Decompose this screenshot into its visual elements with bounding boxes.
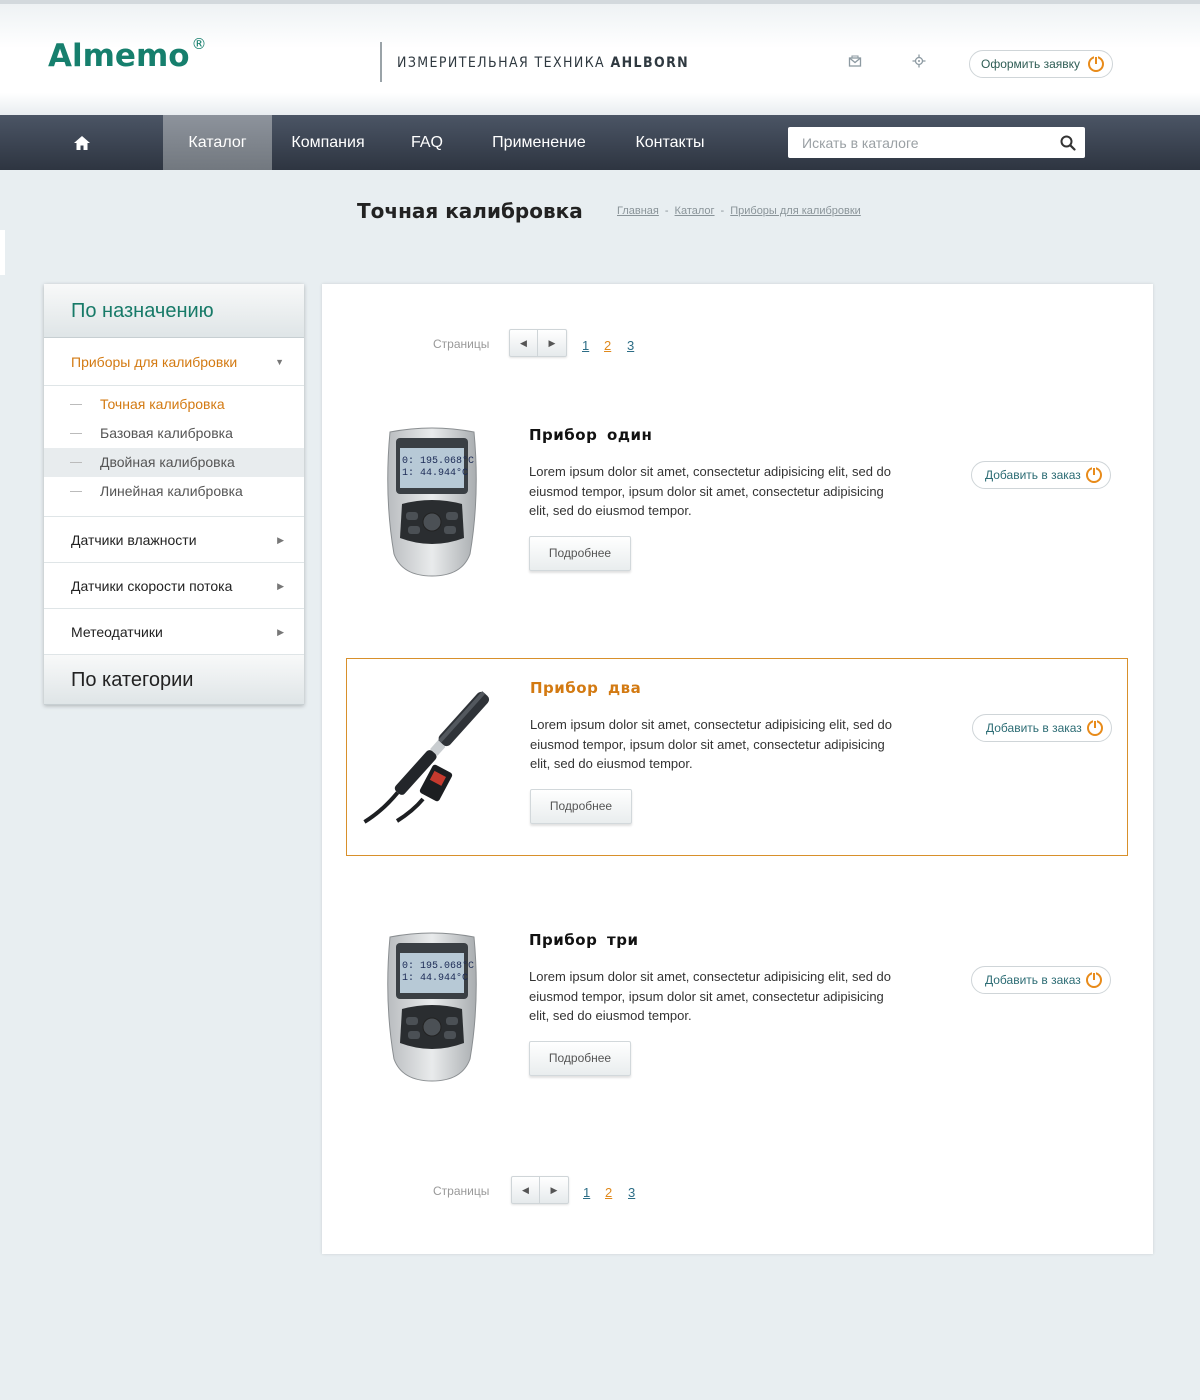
tagline: ИЗМЕРИТЕЛЬНАЯ ТЕХНИКА AHLBORN [397,55,689,71]
sidebar: По назначению Приборы для калибровки ▼ Т… [44,284,304,705]
product-card: 0: 195.068°C 1: 44.944°C Прибор три Lore… [346,911,1128,1109]
add-to-order-button[interactable]: Добавить в заказ [972,714,1112,742]
sidebar-item-label: Датчики влажности [71,532,197,548]
tagline-brand: AHLBORN [610,55,690,71]
power-icon [1086,467,1102,483]
page-link-3[interactable]: 3 [628,1185,635,1200]
device-readout-line-1: 0: 195.068°C [402,455,474,467]
details-button[interactable]: Подробнее [530,789,632,824]
prev-page-icon[interactable]: ◀ [510,330,538,356]
sidebar-item-label: Метеодатчики [71,624,163,640]
breadcrumb-home[interactable]: Главная [617,205,659,217]
nav-item-contacts[interactable]: Контакты [625,115,715,170]
breadcrumb-separator: - [720,205,725,217]
sidebar-item-label: Приборы для калибровки [71,354,238,370]
page-edge-decoration [0,230,5,275]
sidebar-submenu: Точная калибровка Базовая калибровка Дво… [44,386,304,517]
search-icon[interactable] [1060,135,1076,151]
page-title: Точная калибровка [357,199,583,223]
nav-item-application[interactable]: Применение [484,115,594,170]
power-icon [1087,720,1103,736]
product-list-panel: Страницы ◀ ▶ 1 2 3 0: 195.068°C 1: 44.94… [322,284,1153,1254]
breadcrumb-calibration-devices[interactable]: Приборы для калибровки [730,205,861,217]
add-to-order-label: Добавить в заказ [985,973,1081,987]
home-icon[interactable] [0,115,163,170]
product-title[interactable]: Прибор три [529,931,638,949]
add-to-order-label: Добавить в заказ [986,721,1082,735]
tagline-divider [380,42,382,82]
nav-item-catalog[interactable]: Каталог [163,115,272,170]
product-title[interactable]: Прибор два [530,679,641,697]
chevron-down-icon: ▼ [275,357,284,367]
nav-item-faq[interactable]: FAQ [400,115,454,170]
add-to-order-button[interactable]: Добавить в заказ [971,966,1111,994]
sidebar-item-calibration-devices[interactable]: Приборы для калибровки ▼ [44,338,304,386]
nav-item-company[interactable]: Компания [280,115,376,170]
product-description: Lorem ipsum dolor sit amet, consectetur … [529,464,892,518]
breadcrumb: Главная - Каталог - Приборы для калибровки [617,205,861,217]
sidebar-item-label: Датчики скорости потока [71,578,233,594]
sidebar-subitem-linear-calibration[interactable]: Линейная калибровка [44,477,304,506]
order-request-button[interactable]: Оформить заявку [969,50,1113,78]
breadcrumb-catalog[interactable]: Каталог [675,205,715,217]
details-button[interactable]: Подробнее [529,1041,631,1076]
product-image-handheld-meter[interactable]: 0: 195.068°C 1: 44.944°C [382,426,482,583]
device-readout-line-1: 0: 195.068°C [402,960,474,972]
details-button[interactable]: Подробнее [529,536,631,571]
search-input[interactable] [788,127,1038,158]
next-page-icon[interactable]: ▶ [540,1177,568,1203]
pagination-top: Страницы ◀ ▶ 1 2 3 [433,329,653,357]
logo-text: Almemo [48,38,190,74]
power-icon [1088,56,1104,72]
sidebar-subitem-precise-calibration[interactable]: Точная калибровка [44,390,304,419]
device-readout-line-2: 1: 44.944°C [402,972,468,984]
sidebar-subitem-dual-calibration[interactable]: Двойная калибровка [44,448,304,477]
product-description: Lorem ipsum dolor sit amet, consectetur … [529,969,892,1023]
device-readout-line-2: 1: 44.944°C [402,467,468,479]
pagination-bottom: Страницы ◀ ▶ 1 2 3 [433,1176,653,1204]
mail-icon[interactable] [847,54,863,70]
page-link-1[interactable]: 1 [583,1185,590,1200]
next-page-icon[interactable]: ▶ [538,330,566,356]
sidebar-heading-purpose[interactable]: По назначению [44,284,304,338]
pagination-label: Страницы [433,1184,490,1198]
product-image-probe[interactable] [361,679,501,834]
logo-registered-mark: ® [191,34,207,53]
tagline-text: ИЗМЕРИТЕЛЬНАЯ ТЕХНИКА [397,55,611,71]
add-to-order-label: Добавить в заказ [985,468,1081,482]
chevron-right-icon: ▶ [277,627,284,637]
map-pin-icon[interactable] [911,54,927,70]
add-to-order-button[interactable]: Добавить в заказ [971,461,1111,489]
product-card: 0: 195.068°C 1: 44.944°C Прибор один Lor… [346,406,1128,604]
product-image-handheld-meter[interactable]: 0: 195.068°C 1: 44.944°C [382,931,482,1088]
pagination-label: Страницы [433,337,490,351]
pagination-arrows: ◀ ▶ [511,1176,569,1204]
product-card: Прибор два Lorem ipsum dolor sit amet, c… [346,658,1128,856]
main-nav: Каталог Компания FAQ Применение Контакты [0,115,1200,170]
page-link-3[interactable]: 3 [627,338,634,353]
power-icon [1086,972,1102,988]
page-link-2[interactable]: 2 [605,1185,612,1200]
product-title[interactable]: Прибор один [529,426,652,444]
sidebar-subitem-basic-calibration[interactable]: Базовая калибровка [44,419,304,448]
logo[interactable]: Almemo ® [48,34,207,74]
sidebar-item-flow-sensors[interactable]: Датчики скорости потока ▶ [44,563,304,609]
order-request-label: Оформить заявку [981,57,1081,71]
site-header: Almemo ® ИЗМЕРИТЕЛЬНАЯ ТЕХНИКА AHLBORN Оф… [0,0,1200,115]
chevron-right-icon: ▶ [277,535,284,545]
catalog-search [788,127,1085,158]
page-link-2[interactable]: 2 [604,338,611,353]
sidebar-heading-category[interactable]: По категории [44,655,304,705]
sidebar-item-weather-sensors[interactable]: Метеодатчики ▶ [44,609,304,655]
pagination-arrows: ◀ ▶ [509,329,567,357]
product-description: Lorem ipsum dolor sit amet, consectetur … [530,717,893,771]
sidebar-item-humidity-sensors[interactable]: Датчики влажности ▶ [44,517,304,563]
prev-page-icon[interactable]: ◀ [512,1177,540,1203]
page-link-1[interactable]: 1 [582,338,589,353]
breadcrumb-separator: - [664,205,669,217]
chevron-right-icon: ▶ [277,581,284,591]
